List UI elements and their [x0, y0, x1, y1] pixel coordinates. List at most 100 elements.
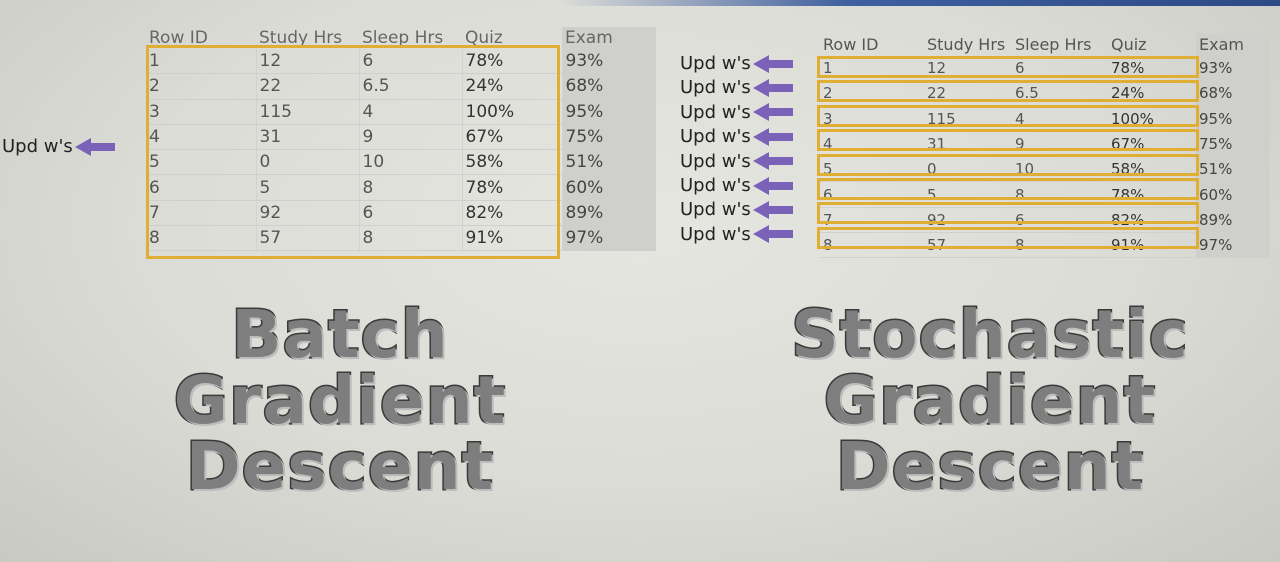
- table-row: 1 12 6 78% 93%: [820, 56, 1270, 82]
- table-cell: 57: [924, 232, 1012, 259]
- table-cell: 0: [256, 149, 360, 176]
- table-row: 3 115 4 100% 95%: [146, 99, 656, 125]
- batch-table-panel: Row ID Study Hrs Sleep Hrs Quiz Exam 1 12 6 78%…: [146, 27, 656, 259]
- update-weights-label: Upd w's: [680, 77, 751, 99]
- row-update-indicator: Upd w's: [680, 53, 793, 74]
- left-arrow-icon: [752, 103, 793, 122]
- left-arrow-icon: [752, 78, 793, 97]
- update-weights-label: Upd w's: [680, 175, 751, 196]
- table-cell: 97%: [562, 225, 656, 252]
- row-update-indicator: Upd w's: [680, 151, 793, 172]
- left-arrow-icon: [752, 176, 793, 195]
- table-cell: 4: [820, 131, 924, 158]
- table-cell: 91%: [1108, 232, 1196, 259]
- table-header-row: Row ID Study Hrs Sleep Hrs Quiz Exam: [146, 27, 656, 49]
- column-header: Quiz: [1111, 35, 1147, 54]
- left-arrow-icon: [74, 137, 115, 156]
- table-cell: 10: [359, 149, 463, 176]
- table-cell: 6.5: [1012, 80, 1108, 107]
- table-cell: 92: [924, 207, 1012, 234]
- title-line: Descent: [184, 428, 495, 505]
- table-row: 7 92 6 82% 89%: [820, 207, 1270, 234]
- update-weights-label: Upd w's: [680, 101, 751, 123]
- table-cell: 6: [820, 181, 924, 208]
- column-header: Row ID: [823, 35, 879, 54]
- table-cell: 8: [1012, 232, 1108, 259]
- table-cell: 31: [256, 124, 360, 151]
- table-cell: 8: [146, 225, 257, 252]
- table-cell: 58%: [462, 149, 563, 176]
- column-header: Sleep Hrs: [1015, 35, 1092, 54]
- left-arrow-icon: [752, 225, 793, 244]
- table-cell: 9: [1012, 131, 1108, 158]
- batch-data-table: Row ID Study Hrs Sleep Hrs Quiz Exam 1 12 6 78%…: [146, 27, 656, 252]
- table-row: 5 0 10 58% 51%: [146, 149, 656, 176]
- table-cell: 22: [924, 80, 1012, 107]
- table-cell: 51%: [562, 149, 656, 176]
- column-header: Quiz: [465, 28, 503, 48]
- batch-update-indicator: Upd w's: [2, 136, 115, 157]
- column-header: Sleep Hrs: [362, 28, 444, 48]
- table-cell: 6.5: [359, 73, 463, 100]
- table-cell: 89%: [1196, 207, 1270, 234]
- table-cell: 97%: [1196, 232, 1270, 259]
- table-cell: 31: [924, 131, 1012, 158]
- left-arrow-icon: [752, 127, 793, 146]
- table-cell: 67%: [462, 124, 563, 151]
- table-cell: 8: [1012, 181, 1108, 208]
- title-line: Gradient: [172, 362, 507, 439]
- table-cell: 58%: [1108, 156, 1196, 183]
- row-update-indicator: Upd w's: [680, 175, 793, 196]
- table-row: 7 92 6 82% 89%: [146, 200, 656, 227]
- table-cell: 8: [359, 174, 463, 201]
- row-update-indicator: Upd w's: [680, 224, 793, 245]
- table-cell: 93%: [562, 49, 656, 75]
- batch-gradient-descent-title: Batch Gradient Descent: [160, 300, 520, 505]
- table-cell: 115: [924, 106, 1012, 132]
- table-row: 4 31 9 67% 75%: [820, 131, 1270, 158]
- table-cell: 82%: [1108, 207, 1196, 234]
- left-arrow-icon: [752, 200, 793, 219]
- table-cell: 82%: [462, 200, 563, 227]
- table-cell: 5: [924, 181, 1012, 208]
- table-cell: 57: [256, 225, 360, 252]
- table-cell: 92: [256, 200, 360, 227]
- table-cell: 1: [146, 49, 257, 75]
- update-weights-label: Upd w's: [680, 199, 751, 221]
- update-weights-label: Upd w's: [2, 136, 73, 157]
- table-cell: 24%: [1108, 80, 1196, 107]
- table-cell: 6: [146, 174, 257, 201]
- table-cell: 8: [820, 232, 924, 259]
- table-cell: 6: [359, 49, 463, 75]
- table-cell: 78%: [462, 174, 563, 201]
- row-update-indicator: Upd w's: [680, 102, 793, 123]
- title-line: Descent: [834, 428, 1145, 505]
- table-cell: 7: [820, 207, 924, 234]
- sgd-data-table: Row ID Study Hrs Sleep Hrs Quiz Exam 1 12 6 78%…: [820, 33, 1270, 259]
- table-cell: 78%: [1108, 181, 1196, 208]
- table-cell: 75%: [1196, 131, 1270, 158]
- table-row: 5 0 10 58% 51%: [820, 156, 1270, 183]
- table-cell: 8: [359, 225, 463, 252]
- left-arrow-icon: [752, 152, 793, 171]
- table-cell: 9: [359, 124, 463, 151]
- table-cell: 93%: [1196, 56, 1270, 82]
- table-cell: 10: [1012, 156, 1108, 183]
- left-arrow-icon: [752, 54, 793, 73]
- table-cell: 4: [1012, 106, 1108, 132]
- update-weights-label: Upd w's: [680, 223, 751, 245]
- table-row: 8 57 8 91% 97%: [146, 225, 656, 252]
- table-cell: 4: [146, 124, 257, 151]
- table-cell: 12: [256, 49, 360, 75]
- row-update-indicator: Upd w's: [680, 126, 793, 147]
- table-cell: 100%: [462, 99, 563, 125]
- table-cell: 3: [146, 99, 257, 125]
- table-row: 6 5 8 78% 60%: [146, 174, 656, 201]
- column-header: Exam: [562, 27, 656, 49]
- table-cell: 67%: [1108, 131, 1196, 158]
- table-cell: 51%: [1196, 156, 1270, 183]
- table-cell: 100%: [1108, 106, 1196, 132]
- table-cell: 115: [256, 99, 360, 125]
- table-cell: 95%: [562, 99, 656, 125]
- table-row: 8 57 8 91% 97%: [820, 232, 1270, 259]
